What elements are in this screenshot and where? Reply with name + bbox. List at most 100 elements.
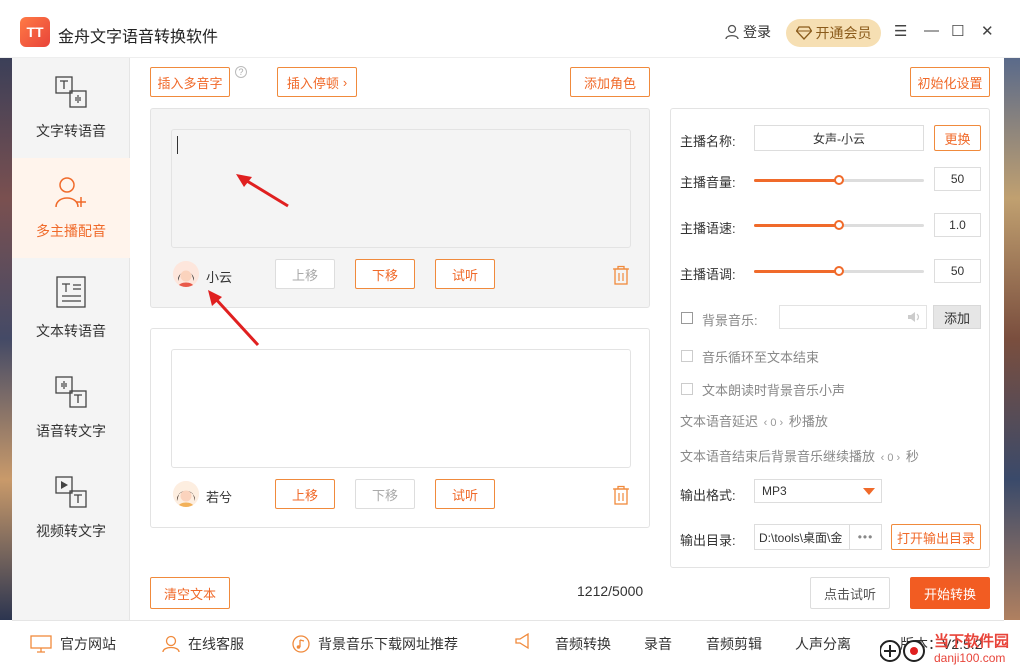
watermark-line2: danji100.com xyxy=(934,651,1006,665)
website-link[interactable]: 官方网站 xyxy=(30,634,116,654)
app-logo-icon: TT xyxy=(20,17,50,47)
speaker-name: 小云 xyxy=(206,270,233,285)
speaker-icon xyxy=(908,312,920,322)
sidebar-item-text-to-speech[interactable]: 文字转语音 xyxy=(12,58,130,158)
annotation-arrow xyxy=(208,290,260,347)
minimize-icon[interactable]: — xyxy=(924,22,939,39)
add-role-button[interactable]: 添加角色 xyxy=(570,67,650,97)
vip-button[interactable]: 开通会员 xyxy=(786,19,881,47)
chevron-right-icon: › xyxy=(342,74,348,90)
duck-checkbox[interactable] xyxy=(681,383,693,395)
slider-knob[interactable] xyxy=(834,266,844,276)
sidebar-item-video-to-text[interactable]: 视频转文字 xyxy=(12,458,130,558)
watermark-logo-icon xyxy=(880,640,925,662)
login-button[interactable]: 登录 xyxy=(724,22,771,42)
start-convert-button[interactable]: 开始转换 xyxy=(910,577,990,609)
speed-slider[interactable] xyxy=(754,220,924,230)
format-select[interactable]: MP3 xyxy=(754,479,882,503)
bgm-label: 背景音乐: xyxy=(702,313,758,328)
speaker-text-input[interactable] xyxy=(171,349,631,468)
bgm-sites-label: 背景音乐下载网址推荐 xyxy=(318,636,458,652)
sidebar-item-label: 文字转语音 xyxy=(36,123,106,139)
move-down-button[interactable]: 下移 xyxy=(355,479,415,509)
move-up-button[interactable]: 上移 xyxy=(275,479,335,509)
watermark: 当下软件园 danji100.com xyxy=(880,628,1020,670)
text-to-speech-icon xyxy=(55,76,87,108)
open-output-dir-button[interactable]: 打开输出目录 xyxy=(891,524,981,550)
megaphone-icon xyxy=(515,632,529,650)
text-caret xyxy=(177,136,178,154)
app-title: 金舟文字语音转换软件 xyxy=(58,29,219,46)
title-bar: TT 金舟文字语音转换软件 登录 开通会员 ☰ — ☐ ✕ xyxy=(0,0,1020,58)
avatar-girl-icon xyxy=(173,481,199,507)
audio-convert-link[interactable]: 音频转换 xyxy=(555,634,611,654)
monitor-icon xyxy=(30,635,52,653)
insert-polyphone-button[interactable]: 插入多音字 xyxy=(150,67,230,97)
avatar xyxy=(173,481,199,507)
loop-checkbox[interactable] xyxy=(681,350,693,362)
sidebar-item-doc-to-speech[interactable]: 文本转语音 xyxy=(12,258,130,358)
watermark-line1: 当下软件园 xyxy=(934,633,1010,650)
listen-all-button[interactable]: 点击试听 xyxy=(810,577,890,609)
listen-button[interactable]: 试听 xyxy=(435,259,495,289)
trash-icon[interactable] xyxy=(612,485,630,505)
sidebar-item-label: 视频转文字 xyxy=(36,523,106,539)
close-icon[interactable]: ✕ xyxy=(981,22,994,40)
pitch-slider[interactable] xyxy=(754,266,924,276)
customer-service-icon xyxy=(162,635,180,653)
pitch-input[interactable]: 50 xyxy=(934,259,981,283)
diamond-icon xyxy=(795,26,812,40)
record-link[interactable]: 录音 xyxy=(644,634,672,654)
bgm-file-field[interactable] xyxy=(779,305,927,329)
bgm-add-button[interactable]: 添加 xyxy=(933,305,981,329)
change-anchor-button[interactable]: 更换 xyxy=(934,125,981,151)
sidebar-item-speech-to-text[interactable]: 语音转文字 xyxy=(12,358,130,458)
init-settings-button[interactable]: 初始化设置 xyxy=(910,67,990,97)
anchor-name-label: 主播名称: xyxy=(680,134,736,149)
menu-icon[interactable]: ☰ xyxy=(894,22,907,40)
trash-icon[interactable] xyxy=(612,265,630,285)
move-down-button[interactable]: 下移 xyxy=(355,259,415,289)
music-icon xyxy=(292,635,310,653)
continue-stepper[interactable]: ‹ 0 › xyxy=(879,452,903,464)
volume-input[interactable]: 50 xyxy=(934,167,981,191)
bgm-sites-link[interactable]: 背景音乐下载网址推荐 xyxy=(292,634,458,654)
clear-text-button[interactable]: 清空文本 xyxy=(150,577,230,609)
move-up-button[interactable]: 上移 xyxy=(275,259,335,289)
background-strip-left xyxy=(0,58,12,620)
output-dir-value: D:\tools\桌面\金 xyxy=(759,530,843,545)
login-label: 登录 xyxy=(743,24,771,40)
sidebar-item-multi-anchor[interactable]: 多主播配音 xyxy=(12,158,130,258)
browse-dir-button[interactable]: ••• xyxy=(849,524,882,550)
delay-stepper[interactable]: ‹ 0 › xyxy=(762,417,786,429)
listen-button[interactable]: 试听 xyxy=(435,479,495,509)
vocal-split-link[interactable]: 人声分离 xyxy=(795,634,851,654)
help-icon[interactable]: ? xyxy=(235,66,247,78)
slider-knob[interactable] xyxy=(834,220,844,230)
support-link[interactable]: 在线客服 xyxy=(162,634,244,654)
speaker-name: 若兮 xyxy=(206,490,233,505)
bgm-checkbox[interactable] xyxy=(681,312,693,324)
avatar-girl-icon xyxy=(173,261,199,287)
char-count: 1212/5000 xyxy=(577,583,644,599)
format-value: MP3 xyxy=(762,484,787,498)
background-strip-right xyxy=(1004,58,1020,620)
volume-slider[interactable] xyxy=(754,175,924,185)
continue-value: 0 xyxy=(887,452,894,464)
website-label: 官方网站 xyxy=(60,636,116,652)
speed-input[interactable]: 1.0 xyxy=(934,213,981,237)
slider-knob[interactable] xyxy=(834,175,844,185)
loop-label: 音乐循环至文本结束 xyxy=(702,350,820,365)
vip-label: 开通会员 xyxy=(815,25,872,41)
video-to-text-icon xyxy=(55,476,87,508)
insert-pause-label: 插入停顿 xyxy=(286,75,339,91)
audio-edit-link[interactable]: 音频剪辑 xyxy=(706,634,762,654)
slider-fill xyxy=(754,270,839,273)
maximize-icon[interactable]: ☐ xyxy=(951,22,964,40)
speech-to-text-icon xyxy=(55,376,87,408)
sidebar-item-label: 文本转语音 xyxy=(36,323,106,339)
delay-value: 0 xyxy=(770,417,777,429)
speaker-card: 小云 上移 下移 试听 xyxy=(150,108,650,308)
volume-label: 主播音量: xyxy=(680,175,736,190)
insert-pause-button[interactable]: 插入停顿 › xyxy=(277,67,357,97)
